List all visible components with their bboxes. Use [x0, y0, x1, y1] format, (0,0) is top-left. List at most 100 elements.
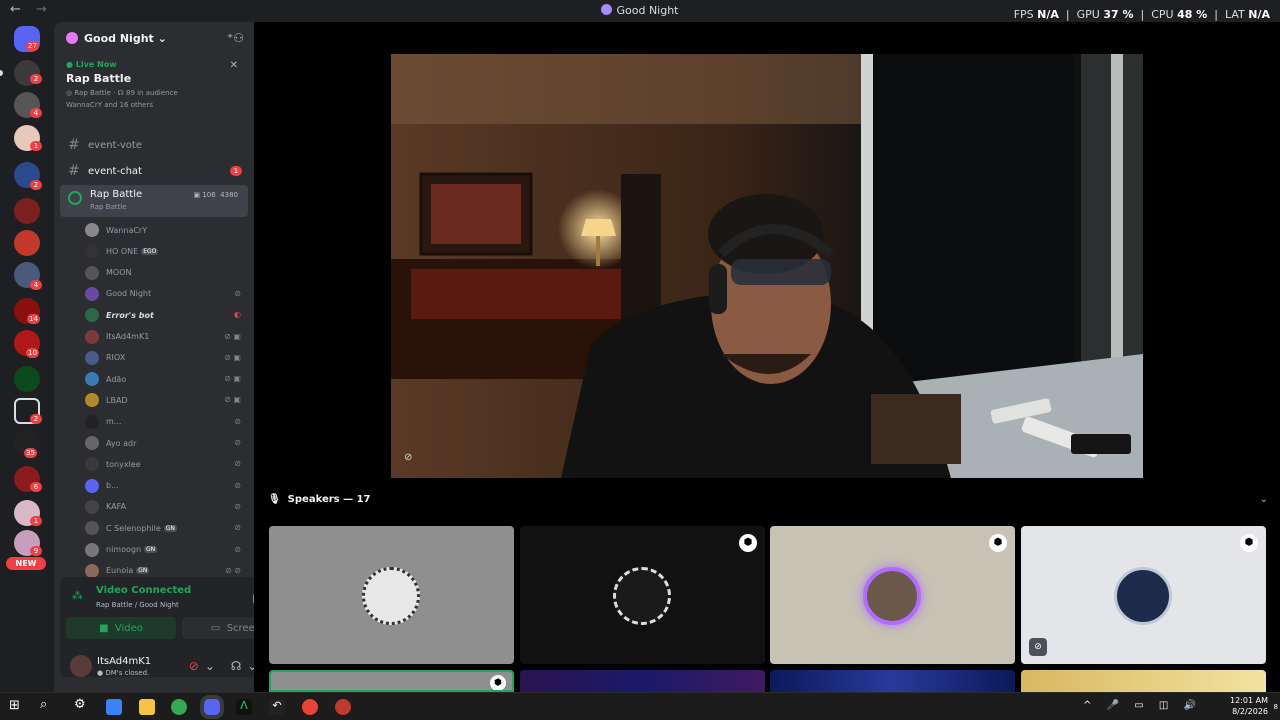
speaker-tile[interactable]	[770, 670, 1015, 692]
mute-status-icon: ⊘	[234, 288, 241, 298]
member-name: Eunoia	[106, 566, 134, 576]
member-name: tonyxlee	[106, 459, 141, 469]
app-icon[interactable]: ↶	[269, 699, 285, 715]
voice-member[interactable]: ItsAd4mK1 ⊘ ▣	[85, 327, 245, 347]
title-bar: ← → Good Night FPS N/A | GPU 37 % | CPU …	[0, 0, 1280, 22]
gear-icon[interactable]: ⚙	[74, 697, 86, 712]
member-name: Good Night	[106, 289, 152, 299]
voice-member[interactable]: Good Night ⊘	[85, 284, 245, 304]
member-tag: GN	[144, 546, 158, 553]
guild-icon	[66, 32, 78, 44]
speakers-header[interactable]: 🎙 Speakers — 17	[268, 494, 371, 505]
voice-member[interactable]: WannaCrY	[85, 220, 245, 240]
voice-member[interactable]: tonyxlee ⊘	[85, 454, 245, 474]
windows-start-icon[interactable]: ⊞	[9, 698, 20, 713]
mention-badge: 2	[30, 180, 42, 190]
voice-member[interactable]: m... ⊘	[85, 412, 245, 432]
avatar	[85, 457, 99, 472]
member-tag: EGO	[141, 247, 159, 255]
notification-count[interactable]: 8	[1274, 703, 1278, 711]
voice-member[interactable]: b... ⊘	[85, 476, 245, 496]
user-controls[interactable]: ⊘⌄ ☊⌄ ⚙	[189, 659, 254, 673]
mention-badge: 2	[30, 74, 42, 84]
add-member-icon[interactable]: ⁺⚇	[227, 31, 244, 45]
speaker-tile[interactable]	[1021, 670, 1266, 692]
mention-badge: 1	[30, 141, 42, 151]
voice-member[interactable]: KAFA ⊘	[85, 497, 245, 517]
mention-badge: 35	[24, 448, 37, 458]
live-video-stream[interactable]	[391, 54, 1143, 478]
member-name: Adão	[106, 374, 127, 384]
voice-member[interactable]: RIOX ⊘ ▣	[85, 348, 245, 368]
mute-status-icon: ⊘	[234, 416, 241, 426]
server-list: 27 2 4 1 2 4 14 10 2 35 6 1 9 NEW	[0, 22, 54, 692]
voice-member[interactable]: Error's bot ◐	[85, 305, 245, 325]
speaker-tile[interactable]	[520, 670, 765, 692]
mute-status-icon: ⊘	[234, 438, 241, 447]
moderator-icon: ⬢	[1240, 534, 1258, 552]
speaker-tile[interactable]	[269, 526, 514, 664]
connection-status[interactable]: Video Connected	[96, 585, 191, 596]
discord-icon[interactable]	[204, 699, 220, 715]
chrome-icon[interactable]	[302, 699, 318, 715]
chevron-down-icon: ⌄	[153, 31, 167, 45]
live-event-card[interactable]: ● Live Now Rap Battle ◎ Rap Battle · ☊ 8…	[60, 56, 248, 113]
server-icon[interactable]	[14, 198, 40, 224]
search-icon[interactable]: ⌕	[40, 697, 47, 712]
member-name: LBAD	[106, 395, 128, 405]
channel-event-vote[interactable]: # event-vote	[60, 134, 248, 156]
chevron-down-icon[interactable]: ⌄	[1260, 494, 1268, 505]
stage-subtitle: Rap Battle	[90, 203, 127, 211]
close-icon[interactable]: ✕	[230, 60, 238, 71]
speaker-tile[interactable]: ⬢	[520, 526, 765, 664]
video-button[interactable]: ■ Video	[66, 617, 176, 639]
voice-member[interactable]: HO ONE EGO	[85, 241, 245, 261]
voice-member[interactable]: nimoogn GN ⊘	[85, 540, 245, 560]
performance-overlay: FPS N/A | GPU 37 % | CPU 48 % | LAT N/A	[1013, 8, 1270, 21]
clock-date: 8/2/2026	[1232, 707, 1268, 716]
server-icon	[601, 4, 613, 15]
muted-mic-icon[interactable]: ⊘	[189, 659, 205, 673]
voice-member[interactable]: LBAD ⊘ ▣	[85, 390, 245, 410]
stage-stats: ▣ 106 4380	[193, 191, 239, 199]
channel-stage-rap-battle[interactable]: Rap Battle Rap Battle ▣ 106 4380	[60, 185, 248, 217]
speaker-tile[interactable]: ⬢	[770, 526, 1015, 664]
mention-badge: 1	[30, 516, 42, 526]
video-frame	[391, 54, 1143, 478]
connection-location: Rap Battle / Good Night	[96, 601, 179, 609]
stage-view: ⊘ 🎙 Speakers — 17 ⌄ ⬢ ⬢ ⬢ ⊘ ⬢	[254, 22, 1280, 692]
avatar	[85, 244, 99, 259]
file-explorer-icon[interactable]	[139, 699, 155, 715]
channel-event-chat[interactable]: # event-chat 1	[60, 160, 248, 182]
speaker-tile[interactable]: ⬢	[269, 670, 514, 692]
system-tray[interactable]: ^ 🎤 ▭ ◫ 🔊	[1083, 700, 1202, 711]
stage-name: Rap Battle	[90, 189, 143, 200]
new-badge[interactable]: NEW	[6, 557, 46, 570]
member-name: Ayo adr	[106, 438, 137, 448]
app-icon[interactable]: Λ	[236, 699, 252, 715]
server-icon[interactable]	[14, 230, 40, 256]
avatar	[85, 372, 99, 387]
avatar	[863, 567, 921, 625]
member-name: MOON	[106, 268, 132, 278]
screen-share-button[interactable]: ▭ Screen	[182, 617, 254, 639]
clock[interactable]: 12:01 AM 8/2/2026	[1230, 695, 1268, 717]
voice-member[interactable]: Ayo adr ⊘	[85, 433, 245, 453]
mute-status-icon: ⊘ ▣	[224, 395, 241, 405]
voice-member[interactable]: C Selenophile GN ⊘	[85, 518, 245, 538]
app-icon[interactable]	[335, 699, 351, 715]
speaker-tile[interactable]: ⬢ ⊘	[1021, 526, 1266, 664]
guild-header[interactable]: Good Night ⌄ ⁺⚇	[54, 22, 254, 54]
voice-member[interactable]: Adão ⊘ ▣	[85, 369, 245, 389]
mute-status-icon: ⊘	[234, 480, 241, 490]
server-icon[interactable]	[14, 366, 40, 392]
member-name: ItsAd4mK1	[106, 332, 150, 341]
member-tag: GN	[163, 524, 177, 532]
stage-icon	[68, 191, 82, 205]
mute-status-icon: ⊘	[234, 501, 241, 511]
avatar[interactable]	[70, 655, 92, 677]
voice-member[interactable]: MOON	[85, 263, 245, 283]
store-icon[interactable]	[106, 699, 122, 715]
chrome-icon[interactable]	[171, 699, 187, 715]
avatar	[85, 414, 99, 429]
